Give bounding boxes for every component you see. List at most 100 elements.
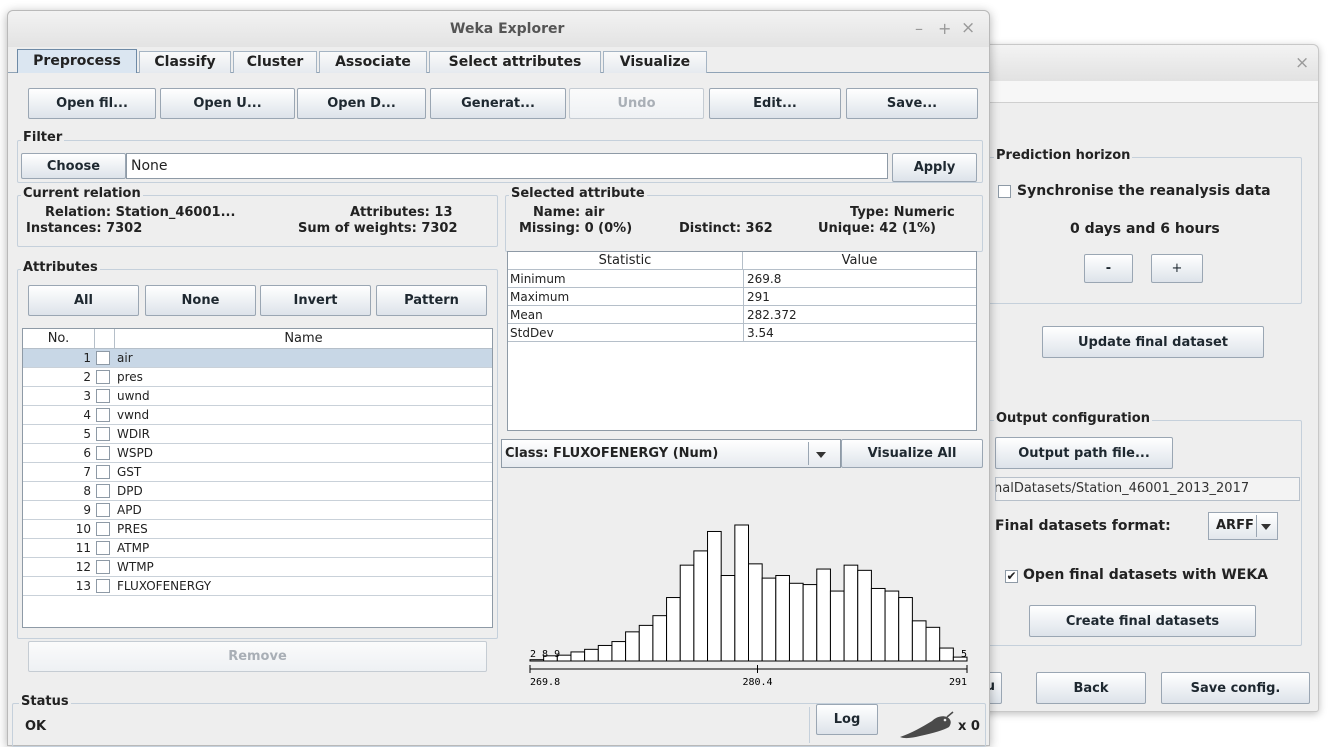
minimize-icon[interactable]: – bbox=[915, 19, 923, 38]
visualize-all-button[interactable]: Visualize All bbox=[841, 439, 983, 468]
row-checkbox[interactable] bbox=[96, 579, 110, 593]
table-row[interactable]: 2 pres bbox=[23, 368, 492, 387]
stat-row: Minimum 269.8 bbox=[508, 270, 976, 288]
attributes-count: Attributes: 13 bbox=[350, 205, 453, 220]
row-checkbox[interactable] bbox=[96, 427, 110, 441]
row-checkbox[interactable] bbox=[96, 484, 110, 498]
table-row[interactable]: 4 vwnd bbox=[23, 406, 492, 425]
row-name: FLUXOFENERGY bbox=[117, 579, 212, 593]
back-button[interactable]: Back bbox=[1036, 672, 1146, 704]
close-icon[interactable]: × bbox=[1295, 53, 1309, 73]
format-select[interactable]: ARFF bbox=[1208, 512, 1278, 540]
open-file-button[interactable]: Open fil... bbox=[28, 88, 156, 119]
open-url-button[interactable]: Open U... bbox=[160, 88, 295, 119]
apply-button[interactable]: Apply bbox=[892, 153, 977, 182]
histogram-bar bbox=[802, 584, 818, 662]
attr-missing: Missing: 0 (0%) bbox=[519, 221, 633, 236]
col-check-header bbox=[95, 329, 115, 349]
tab-associate[interactable]: Associate bbox=[319, 51, 427, 73]
log-button[interactable]: Log bbox=[816, 704, 878, 735]
save-button[interactable]: Save... bbox=[846, 88, 978, 119]
tab-select-attributes[interactable]: Select attributes bbox=[429, 51, 601, 73]
stat-value: 269.8 bbox=[747, 272, 782, 286]
sync-checkbox[interactable] bbox=[998, 185, 1011, 198]
output-path-button[interactable]: Output path file... bbox=[995, 437, 1173, 469]
row-checkbox[interactable] bbox=[96, 503, 110, 517]
pattern-button[interactable]: Pattern bbox=[376, 285, 487, 316]
histogram-bar bbox=[748, 563, 763, 662]
output-config-title: Output configuration bbox=[994, 411, 1152, 426]
col-statistic-header[interactable]: Statistic bbox=[508, 252, 743, 270]
table-row[interactable]: 11 ATMP bbox=[23, 539, 492, 558]
stat-value: 3.54 bbox=[747, 326, 774, 340]
bg-titlebar bbox=[966, 45, 1318, 81]
col-no-header[interactable]: No. bbox=[23, 329, 95, 349]
row-number: 10 bbox=[75, 522, 91, 536]
output-path-field[interactable]: nalDatasets/Station_46001_2013_2017 bbox=[995, 477, 1300, 501]
bg-menubar bbox=[966, 81, 1318, 103]
open-weka-label: Open final datasets with WEKA bbox=[1023, 567, 1269, 583]
row-checkbox[interactable] bbox=[96, 560, 110, 574]
row-checkbox[interactable] bbox=[96, 522, 110, 536]
select-all-button[interactable]: All bbox=[28, 285, 139, 316]
table-row[interactable]: 5 WDIR bbox=[23, 425, 492, 444]
class-select[interactable]: Class: FLUXOFENERGY (Num) bbox=[501, 439, 841, 468]
tab-visualize[interactable]: Visualize bbox=[603, 51, 707, 73]
plus-button[interactable]: + bbox=[1151, 254, 1203, 283]
left-count-label: 2 8 9 bbox=[530, 649, 560, 660]
tab-classify[interactable]: Classify bbox=[139, 51, 231, 73]
row-checkbox[interactable] bbox=[96, 351, 110, 365]
tab-preprocess[interactable]: Preprocess bbox=[17, 49, 137, 73]
remove-button[interactable]: Remove bbox=[28, 641, 487, 672]
save-config-button[interactable]: Save config. bbox=[1161, 672, 1310, 704]
close-icon[interactable]: × bbox=[961, 18, 975, 38]
row-name: uwnd bbox=[117, 389, 150, 403]
table-row[interactable]: 7 GST bbox=[23, 463, 492, 482]
table-row[interactable]: 13 FLUXOFENERGY bbox=[23, 577, 492, 596]
format-label: Final datasets format: bbox=[995, 518, 1171, 534]
x-tick-label: 269.8 bbox=[530, 677, 560, 688]
open-db-button[interactable]: Open D... bbox=[297, 88, 426, 119]
maximize-icon[interactable]: + bbox=[938, 19, 951, 38]
select-none-button[interactable]: None bbox=[145, 285, 256, 316]
table-row[interactable]: 6 WSPD bbox=[23, 444, 492, 463]
table-row[interactable]: 10 PRES bbox=[23, 520, 492, 539]
table-row[interactable]: 9 APD bbox=[23, 501, 492, 520]
update-final-dataset-button[interactable]: Update final dataset bbox=[1042, 326, 1264, 358]
table-row[interactable]: 1 air bbox=[23, 349, 492, 368]
histogram-bar bbox=[898, 597, 913, 662]
right-count-label: 5 bbox=[961, 649, 967, 660]
stat-name: StdDev bbox=[510, 326, 554, 340]
open-weka-checkbox[interactable]: ✔ bbox=[1005, 570, 1018, 583]
stat-row: Mean 282.372 bbox=[508, 306, 976, 324]
filter-field[interactable]: None bbox=[126, 153, 888, 179]
edit-button[interactable]: Edit... bbox=[709, 88, 841, 119]
row-checkbox[interactable] bbox=[96, 408, 110, 422]
row-checkbox[interactable] bbox=[96, 446, 110, 460]
row-checkbox[interactable] bbox=[96, 541, 110, 555]
row-checkbox[interactable] bbox=[96, 389, 110, 403]
row-checkbox[interactable] bbox=[96, 370, 110, 384]
histogram-bar bbox=[843, 564, 859, 662]
table-row[interactable]: 8 DPD bbox=[23, 482, 492, 501]
stat-row: Maximum 291 bbox=[508, 288, 976, 306]
attribute-rows: 1 air 2 pres 3 uwnd 4 vwnd 5 WDIR 6 WSPD 7 GST 8 DPD 9 AP… bbox=[23, 349, 492, 596]
row-name: vwnd bbox=[117, 408, 150, 422]
table-row[interactable]: 12 WTMP bbox=[23, 558, 492, 577]
col-value-header[interactable]: Value bbox=[743, 252, 976, 270]
create-final-datasets-button[interactable]: Create final datasets bbox=[1029, 605, 1256, 637]
table-row[interactable]: 3 uwnd bbox=[23, 387, 492, 406]
tab-cluster[interactable]: Cluster bbox=[233, 51, 317, 73]
weka-bird-icon bbox=[900, 711, 954, 739]
row-name: WSPD bbox=[117, 446, 153, 460]
background-window: × Prediction horizon Synchronise the rea… bbox=[956, 44, 1319, 712]
choose-button[interactable]: Choose bbox=[21, 153, 126, 179]
row-checkbox[interactable] bbox=[96, 465, 110, 479]
invert-button[interactable]: Invert bbox=[260, 285, 371, 316]
minus-button[interactable]: - bbox=[1084, 254, 1133, 283]
generate-button[interactable]: Generat... bbox=[430, 88, 566, 119]
stat-name: Maximum bbox=[510, 290, 570, 304]
undo-button[interactable]: Undo bbox=[569, 88, 704, 119]
col-name-header[interactable]: Name bbox=[115, 329, 492, 349]
histogram-bar bbox=[693, 550, 709, 662]
